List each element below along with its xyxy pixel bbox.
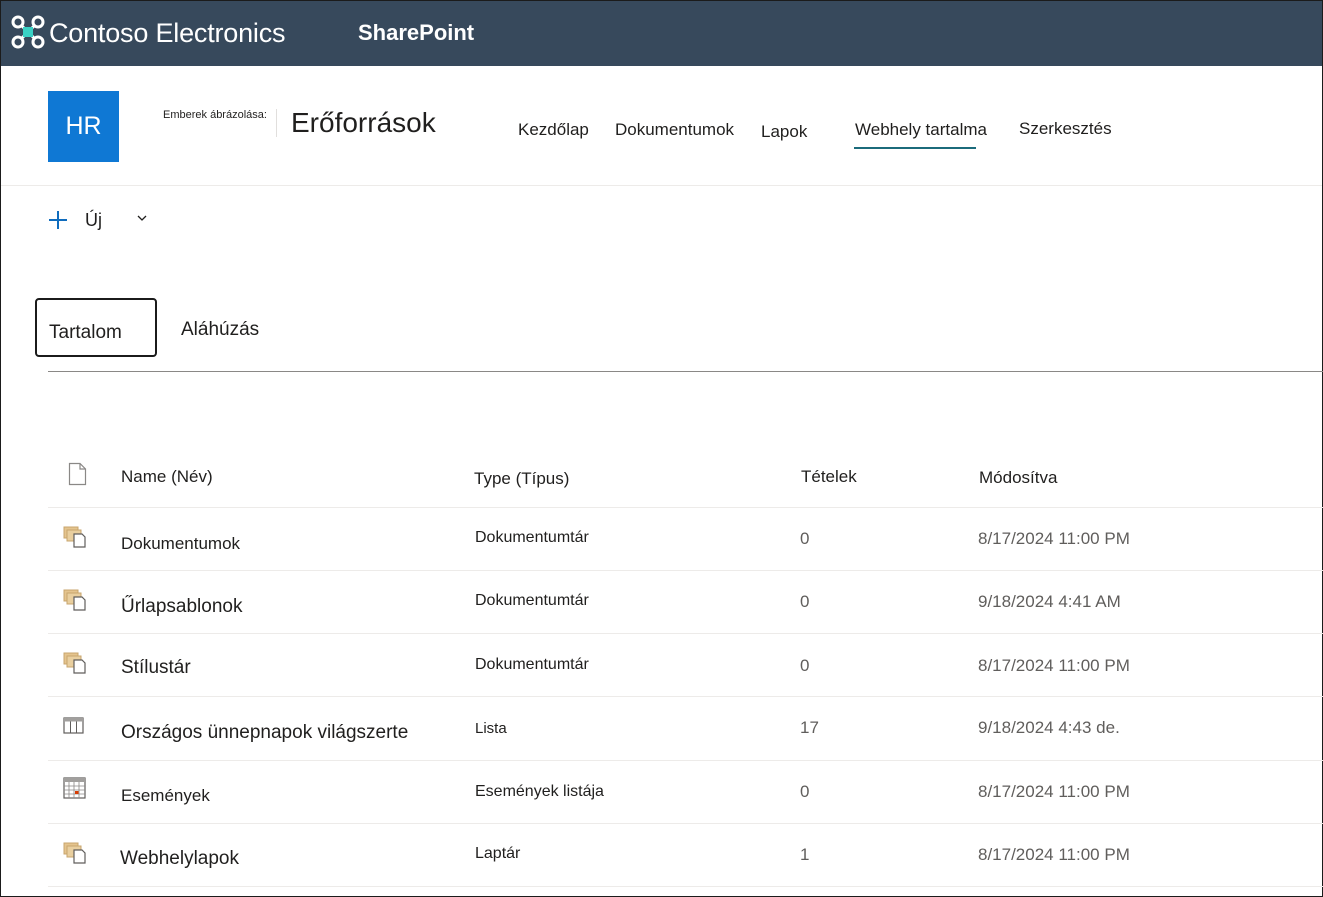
table-row-type: Események listája [475, 783, 604, 800]
table-row-modified: 9/18/2024 4:43 de. [978, 718, 1120, 737]
table-row-type: Dokumentumtár [475, 592, 589, 609]
column-header-name[interactable]: Name (Név) [121, 467, 213, 487]
row-divider [48, 570, 1323, 571]
file-type-header-icon[interactable] [68, 462, 87, 486]
table-row-type: Laptár [475, 845, 521, 862]
plus-icon [49, 211, 67, 229]
table-row-name[interactable]: Webhelylapok [120, 848, 239, 870]
brand-name[interactable]: Contoso Electronics [49, 18, 286, 49]
document-library-icon [63, 652, 86, 674]
table-row-modified: 8/17/2024 11:00 PM [978, 529, 1130, 548]
tab-contents[interactable]: Tartalom [35, 298, 157, 357]
table-row-items: 1 [800, 845, 810, 864]
nav-item-home[interactable]: Kezdőlap [518, 120, 589, 140]
row-divider [48, 507, 1323, 508]
site-title[interactable]: Erőforrások [291, 107, 436, 139]
suite-bar: Contoso Electronics SharePoint [1, 1, 1322, 66]
table-row-name[interactable]: Dokumentumok [121, 534, 240, 554]
title-divider [276, 109, 277, 137]
new-button-label[interactable]: Új [85, 210, 102, 231]
nav-active-indicator [854, 147, 976, 149]
row-divider [48, 696, 1323, 697]
column-header-items[interactable]: Tételek [801, 467, 857, 487]
site-prefix: Emberek ábrázolása: [163, 109, 267, 121]
tabs-divider [48, 371, 1323, 372]
document-library-icon [63, 526, 86, 548]
document-library-icon [63, 842, 86, 864]
table-row-modified: 9/18/2024 4:41 AM [978, 592, 1121, 611]
chevron-down-icon[interactable] [135, 211, 149, 225]
row-divider [48, 760, 1323, 761]
nav-item-pages[interactable]: Lapok [761, 122, 807, 142]
document-library-icon [63, 589, 86, 611]
header-divider [1, 185, 1322, 186]
table-row-type: Lista [475, 720, 507, 737]
table-row-name[interactable]: Országos ünnepnapok világszerte [121, 722, 408, 744]
row-divider [48, 823, 1323, 824]
tab-contents-label: Tartalom [49, 322, 122, 343]
list-icon [63, 717, 84, 734]
table-row-items: 17 [800, 718, 819, 737]
column-header-type[interactable]: Type (Típus) [474, 469, 569, 489]
site-logo-text: HR [65, 112, 102, 140]
table-row-modified: 8/17/2024 11:00 PM [978, 782, 1130, 801]
table-row-name[interactable]: Stílustár [121, 657, 191, 679]
row-divider [48, 633, 1323, 634]
table-row-name[interactable]: Űrlapsablonok [121, 596, 242, 618]
table-row-name[interactable]: Események [121, 786, 210, 806]
row-divider [48, 886, 1323, 887]
nav-item-documents[interactable]: Dokumentumok [615, 120, 734, 140]
calendar-icon [63, 777, 86, 799]
table-row-items: 0 [800, 592, 810, 611]
tab-subsites-label: Aláhúzás [181, 319, 260, 340]
site-logo[interactable]: HR [48, 91, 119, 162]
table-row-items: 0 [800, 529, 810, 548]
table-row-items: 0 [800, 656, 810, 675]
table-row-modified: 8/17/2024 11:00 PM [978, 845, 1130, 864]
table-row-items: 0 [800, 782, 810, 801]
table-row-type: Dokumentumtár [475, 656, 589, 673]
contoso-logo-icon[interactable] [11, 15, 45, 49]
new-button[interactable] [47, 204, 69, 236]
nav-item-site-contents[interactable]: Webhely tartalma [855, 120, 987, 140]
table-row-type: Dokumentumtár [475, 529, 589, 546]
app-name[interactable]: SharePoint [358, 20, 474, 46]
table-row-modified: 8/17/2024 11:00 PM [978, 656, 1130, 675]
nav-item-edit[interactable]: Szerkesztés [1019, 119, 1112, 139]
column-header-modified[interactable]: Módosítva [979, 468, 1057, 488]
